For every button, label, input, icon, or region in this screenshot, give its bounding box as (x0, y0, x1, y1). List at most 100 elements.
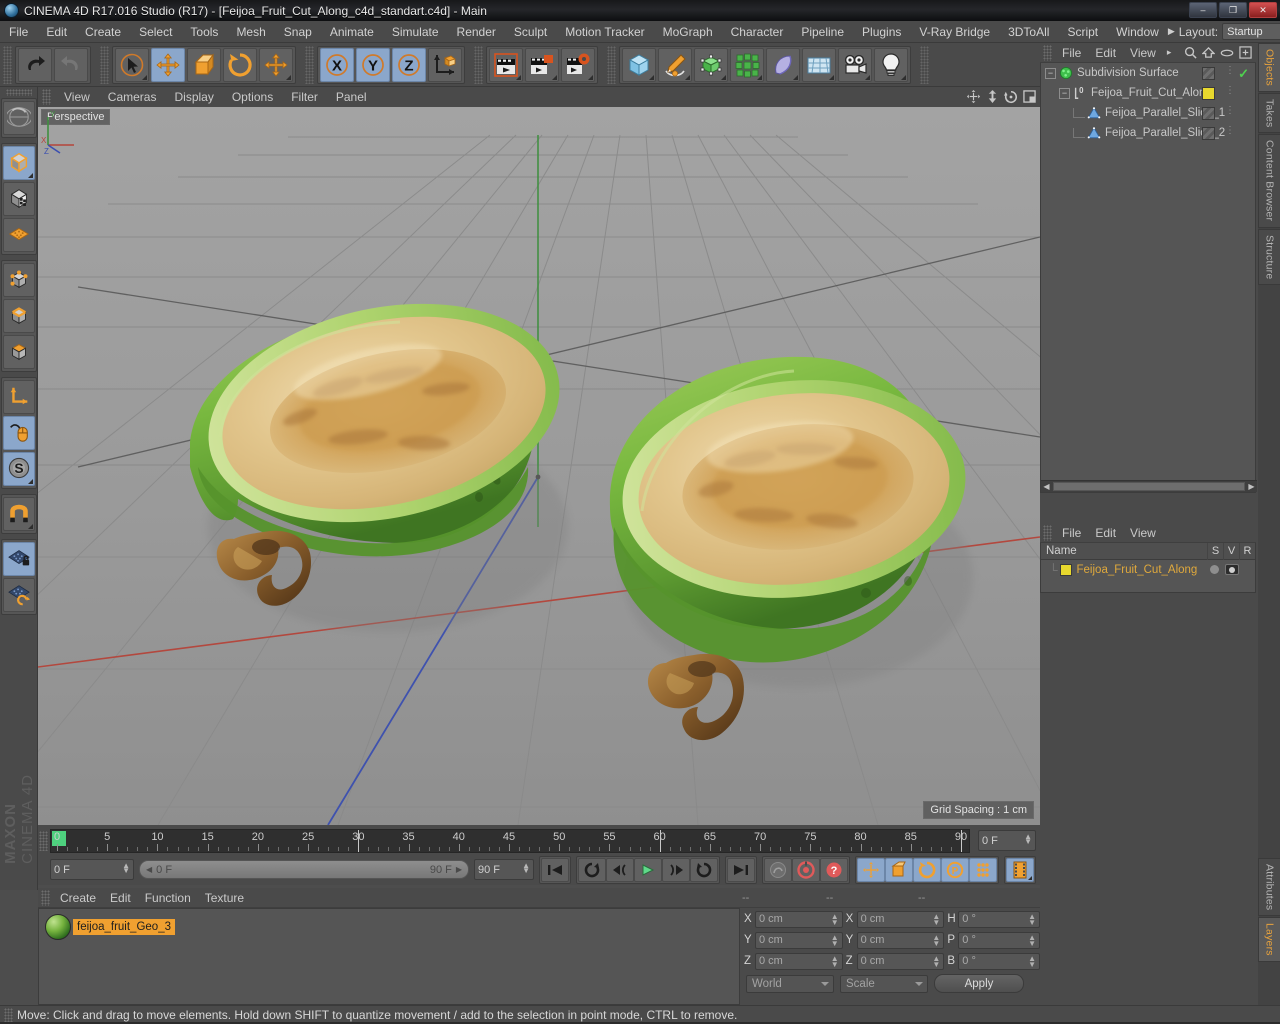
object-axis-button[interactable] (2, 380, 35, 414)
layer-solo-dot[interactable] (1210, 565, 1219, 574)
object-manager-grip[interactable] (1043, 44, 1052, 61)
viewport-3d[interactable]: Perspective Grid Spacing : 1 cm X Y Z (38, 107, 1040, 825)
spinner-icon[interactable]: ▲ ▼ (831, 933, 839, 947)
material-item[interactable]: feijoa_fruit_Geo_3 (45, 914, 175, 940)
scroll-left-icon[interactable]: ◀ (1042, 482, 1051, 491)
layer-col-r[interactable]: R (1239, 543, 1255, 560)
render-settings-button[interactable] (561, 47, 595, 82)
move-view-icon[interactable] (966, 89, 981, 104)
layer-row[interactable]: └ Feijoa_Fruit_Cut_Along (1041, 560, 1255, 579)
layer-list[interactable]: Name S V R └ Feijoa_Fruit_Cut_Along (1040, 543, 1256, 593)
workplane-rotate-button[interactable] (2, 578, 35, 612)
viewport-menu-options[interactable]: Options (223, 87, 282, 107)
layer-manager-menu-edit[interactable]: Edit (1088, 523, 1123, 543)
menu-item-v-ray-bridge[interactable]: V-Ray Bridge (910, 21, 999, 43)
toolbar-grip[interactable] (100, 45, 109, 84)
menu-item-script[interactable]: Script (1058, 21, 1107, 43)
record-help-button[interactable]: ? (820, 857, 848, 882)
deformer-button[interactable] (766, 47, 800, 82)
layer-manager-menu-view[interactable]: View (1123, 523, 1163, 543)
snap-magnet-button[interactable] (2, 497, 35, 531)
material-manager-menu-edit[interactable]: Edit (103, 888, 138, 908)
viewport-menu-filter[interactable]: Filter (282, 87, 327, 107)
menu-item-character[interactable]: Character (722, 21, 793, 43)
y-axis-button[interactable]: Y (356, 47, 390, 82)
object-enabled-check[interactable]: ✓ (1238, 66, 1249, 82)
side-tab-content-browser[interactable]: Content Browser (1258, 134, 1280, 228)
floor-scene-button[interactable] (802, 47, 836, 82)
end-frame-field[interactable]: 90 F ▲ ▼ (474, 859, 534, 880)
menu-item-tools[interactable]: Tools (181, 21, 227, 43)
new-layer-icon[interactable] (1239, 46, 1252, 59)
coord-rotation-field[interactable]: 0 ° ▲ ▼ (958, 910, 1040, 928)
spinner-icon[interactable]: ▲ ▼ (831, 954, 839, 968)
layer-visibility-icon[interactable] (1225, 564, 1239, 575)
polygons-mode-button[interactable] (2, 335, 35, 369)
maximize-button[interactable]: ❐ (1219, 2, 1247, 18)
object-tree-row[interactable]: Feijoa_Parallel_Slice_1 ⋮ (1041, 103, 1255, 123)
coord-position-field[interactable]: 0 cm ▲ ▼ (754, 931, 843, 949)
autokey-button[interactable] (764, 857, 792, 882)
apply-button[interactable]: Apply (934, 974, 1024, 993)
search-icon[interactable] (1184, 46, 1197, 59)
menu-item-create[interactable]: Create (76, 21, 130, 43)
rotate-tool-button[interactable] (223, 47, 257, 82)
material-list[interactable]: feijoa_fruit_Geo_3 (38, 908, 740, 1005)
menu-item-mesh[interactable]: Mesh (227, 21, 274, 43)
timeline-grip[interactable] (39, 831, 48, 851)
model-mode-button[interactable] (2, 146, 35, 180)
coord-rotation-field[interactable]: 0 ° ▲ ▼ (958, 931, 1040, 949)
material-manager-menu-texture[interactable]: Texture (198, 888, 251, 908)
menu-item-mograph[interactable]: MoGraph (654, 21, 722, 43)
object-visibility-dots[interactable]: ⋮ (1225, 106, 1235, 116)
side-tab-attributes[interactable]: Attributes (1258, 857, 1280, 917)
menu-item-pipeline[interactable]: Pipeline (792, 21, 853, 43)
key-rotation-button[interactable] (913, 857, 941, 882)
light-button[interactable] (874, 47, 908, 82)
layer-col-s[interactable]: S (1207, 543, 1223, 560)
viewport-menu-cameras[interactable]: Cameras (99, 87, 166, 107)
coordinate-mode-dropdown[interactable]: Scale (840, 974, 928, 993)
key-param-button[interactable]: P (941, 857, 969, 882)
next-frame-button[interactable] (662, 857, 690, 882)
spinner-icon[interactable]: ▲ ▼ (1028, 954, 1036, 968)
viewport-menu-view[interactable]: View (55, 87, 99, 107)
prev-frame-button[interactable] (606, 857, 634, 882)
spinner-icon[interactable]: ▲ ▼ (932, 912, 940, 926)
tree-expander[interactable]: − (1059, 87, 1070, 99)
coordinate-system-dropdown[interactable]: World (746, 974, 834, 993)
menu-item-file[interactable]: File (0, 21, 37, 43)
spinner-icon[interactable]: ▲ ▼ (831, 912, 839, 926)
redo-button[interactable] (54, 47, 88, 82)
minimize-button[interactable]: – (1189, 2, 1217, 18)
key-pla-button[interactable] (969, 857, 997, 882)
undo-view-button[interactable] (2, 101, 35, 135)
menu-item-3dtoall[interactable]: 3DToAll (999, 21, 1058, 43)
spinner-icon[interactable]: ▲ ▼ (122, 862, 130, 875)
play-forward-button[interactable] (634, 857, 662, 882)
toolbar-grip[interactable] (474, 45, 483, 84)
zoom-view-icon[interactable] (986, 89, 999, 104)
object-manager-menu-arrow[interactable]: ▸ (1163, 47, 1176, 58)
layer-color-swatch[interactable] (1059, 563, 1072, 576)
record-active-objects-button[interactable] (792, 857, 820, 882)
toolbar-grip[interactable] (3, 45, 12, 84)
spline-pen-button[interactable] (658, 47, 692, 82)
soft-selection-button[interactable]: S (2, 452, 35, 486)
render-view-button[interactable] (489, 47, 523, 82)
side-tab-objects[interactable]: Objects (1258, 43, 1280, 92)
coord-rotation-field[interactable]: 0 ° ▲ ▼ (958, 952, 1040, 970)
range-next-icon[interactable]: ▶ (456, 865, 462, 874)
layout-dropdown[interactable]: Startup (1222, 23, 1280, 40)
menu-item-plugins[interactable]: Plugins (853, 21, 910, 43)
undo-button[interactable] (18, 47, 52, 82)
menu-item-animate[interactable]: Animate (321, 21, 383, 43)
rotate-view-icon[interactable] (1004, 90, 1018, 104)
range-prev-icon[interactable]: ◀ (146, 865, 152, 874)
object-layer-swatch[interactable] (1202, 107, 1215, 120)
viewport-menu-panel[interactable]: Panel (327, 87, 376, 107)
object-tree-hscrollbar[interactable]: ◀ ▶ (1041, 480, 1257, 492)
go-to-end-button[interactable] (727, 857, 755, 882)
material-manager-grip[interactable] (41, 889, 50, 906)
menu-item-window[interactable]: Window (1107, 21, 1168, 43)
